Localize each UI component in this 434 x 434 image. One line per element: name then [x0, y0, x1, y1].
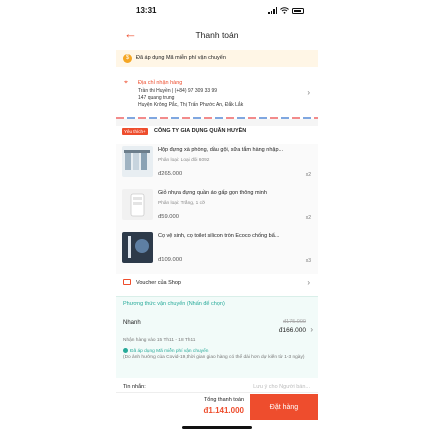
product-quantity: x2 [305, 215, 311, 221]
shipping-method-heading: Phương thức vận chuyển (Nhấn để chọn) [123, 301, 225, 307]
chevron-right-icon: › [310, 325, 313, 334]
message-input[interactable] [230, 382, 310, 391]
delivery-estimate: Nhận hàng vào 15 Th11 - 18 Th11 [123, 338, 196, 343]
total-label: Tổng thanh toán [203, 397, 244, 403]
voucher-icon [123, 279, 131, 285]
location-pin-icon: ⌖ [124, 79, 128, 86]
covid-delay-note: (Do ảnh hưởng của Covid-19,thời gian gia… [123, 355, 305, 360]
shipping-method-section[interactable]: Phương thức vận chuyển (Nhấn để chọn) Nh… [116, 296, 318, 378]
address-label: Địa chỉ nhận hàng [138, 80, 183, 86]
product-price: đ109.000 [158, 257, 183, 263]
shipping-address[interactable]: ⌖ Địa chỉ nhận hàng Trần thi Huyền | (+8… [116, 74, 318, 116]
check-circle-icon [123, 348, 128, 353]
product-image [122, 146, 153, 177]
status-time: 13:31 [136, 6, 157, 15]
place-order-button[interactable]: Đặt hàng [250, 394, 318, 420]
address-street: 147 quang trung [138, 95, 175, 101]
seller-message-row: Tin nhắn: [116, 382, 318, 392]
product-quantity: x3 [305, 258, 311, 264]
voucher-badge-icon: $ [123, 54, 132, 63]
product-image [122, 189, 153, 220]
chevron-right-icon: › [307, 278, 310, 287]
home-indicator [182, 426, 252, 429]
page-title: Thanh toán [195, 30, 239, 40]
message-label: Tin nhắn: [123, 384, 146, 390]
section-divider [116, 119, 318, 126]
product-image [122, 232, 153, 263]
order-item[interactable]: Cọ vệ sinh, cọ toilet silicon tròn Ecoco… [116, 230, 318, 274]
product-variant: Phân loại: Loại đôi 6092 [158, 158, 210, 163]
status-icons [268, 7, 304, 14]
product-name: Hộp đựng xà phòng, dầu gội, sữa tắm hàng… [158, 147, 284, 153]
product-name: Giỏ nhựa đựng quần áo gấp gọn thông minh [158, 190, 267, 196]
freeship-applied-note: Đã áp dụng Mã miễn phí vận chuyển [123, 348, 208, 354]
product-price: đ265.000 [158, 171, 183, 177]
checkout-footer: Tổng thanh toán đ1.141.000 Đặt hàng [116, 392, 318, 420]
product-price: đ59.000 [158, 214, 179, 220]
address-region: Huyện Krông Pắc, Thị Trấn Phước An, Đắk … [138, 102, 244, 108]
product-variant: Phân loại: Trắng, 1 cỡ [158, 201, 206, 206]
shop-header: Yêu thích+ CÔNG TY GIA DỤNG QUÂN HUYỀN [116, 126, 318, 138]
shipping-method-name: Nhanh [123, 320, 141, 326]
page-header: ← Thanh toán [116, 24, 318, 46]
recipient-name-phone: Trần thi Huyền | (+84) 97 309 33 99 [138, 88, 218, 94]
product-quantity: x2 [305, 172, 311, 178]
shop-name: CÔNG TY GIA DỤNG QUÂN HUYỀN [154, 128, 247, 134]
shipping-fee: đ166.000 [278, 327, 306, 334]
chevron-right-icon: › [307, 88, 310, 97]
shop-voucher-label: Voucher của Shop [136, 280, 181, 286]
total-amount: đ1.141.000 [203, 406, 244, 415]
checkout-screen: 13:31 ← Thanh toán $ Đã áp dụng Mã miễn … [116, 0, 318, 434]
freeship-banner: $ Đã áp dụng Mã miễn phí vận chuyển [116, 50, 318, 67]
shipping-original-fee: đ175.000 [283, 319, 306, 325]
battery-icon [292, 7, 304, 14]
order-item[interactable]: Hộp đựng xà phòng, dầu gội, sữa tắm hàng… [116, 144, 318, 188]
product-name: Cọ vệ sinh, cọ toilet silicon tròn Ecoco… [158, 233, 280, 239]
order-item[interactable]: Giỏ nhựa đựng quần áo gấp gọn thông minh… [116, 187, 318, 231]
freeship-applied-text: Đã áp dụng Mã miễn phí vận chuyển [130, 349, 209, 354]
status-bar: 13:31 [116, 4, 318, 20]
signal-icon [268, 7, 277, 14]
freeship-banner-text: Đã áp dụng Mã miễn phí vận chuyển [136, 55, 226, 61]
wifi-icon [280, 7, 289, 14]
favorite-shop-badge: Yêu thích+ [122, 128, 148, 135]
shop-voucher-row[interactable]: Voucher của Shop › [116, 276, 318, 290]
